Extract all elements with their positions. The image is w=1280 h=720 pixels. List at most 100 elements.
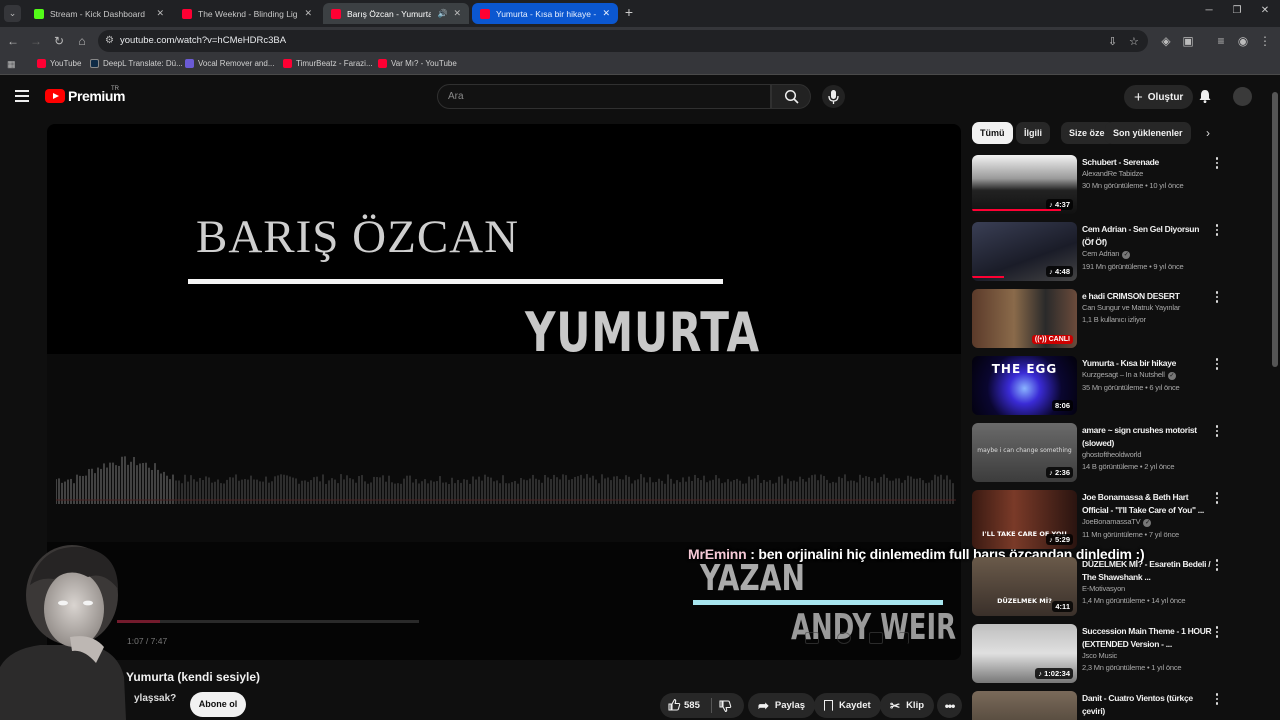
scrollbar-thumb[interactable] [1272, 92, 1278, 367]
profile-icon[interactable]: ◉ [1236, 34, 1250, 48]
new-tab-button[interactable]: + [622, 5, 636, 19]
tab-kick[interactable]: Stream - Kick Dashboard ✕ [26, 3, 172, 24]
bookmark-youtube[interactable]: YouTube [37, 59, 81, 68]
site-info-icon[interactable]: ⚙ [105, 35, 114, 46]
menu-icon[interactable]: ⋮ [1258, 34, 1272, 48]
share-button[interactable]: ➦ Paylaş [748, 693, 816, 718]
account-avatar[interactable] [1233, 87, 1252, 106]
install-icon[interactable]: ⇩ [1108, 35, 1117, 48]
more-vertical-icon[interactable] [1214, 291, 1220, 305]
recommendation-item[interactable]: I'LL TAKE CARE OF YOU ♪ 5:29 Joe Bonamassa… [972, 490, 1232, 552]
recommendation-item[interactable]: maybe i can change something ♪ 2:36 amare … [972, 423, 1232, 485]
search-button[interactable] [771, 84, 811, 109]
more-vertical-icon[interactable] [1214, 492, 1220, 506]
more-vertical-icon[interactable] [1214, 559, 1220, 573]
minimize-icon[interactable]: ─ [1199, 5, 1219, 16]
back-icon[interactable]: ← [6, 34, 20, 48]
channel-name[interactable]: Jsco Music [1082, 651, 1217, 660]
more-vertical-icon[interactable] [1214, 626, 1220, 640]
notifications-bell-icon[interactable] [1197, 88, 1213, 104]
search-input[interactable] [448, 91, 748, 102]
recommendation-title[interactable]: Schubert - Serenade [1082, 156, 1212, 169]
chip-all[interactable]: Tümü [972, 122, 1013, 144]
extensions-puzzle-icon[interactable]: ▣ [1181, 34, 1195, 48]
video-thumbnail[interactable]: I'LL TAKE CARE OF YOU ♪ 5:29 [972, 490, 1077, 549]
video-thumbnail[interactable] [972, 691, 1077, 720]
fullscreen-icon[interactable] [899, 632, 909, 644]
bookmark-star-icon[interactable]: ☆ [1129, 35, 1139, 48]
tab-weeknd[interactable]: The Weeknd - Blinding Lights ( ✕ [174, 3, 320, 24]
recommendation-title[interactable]: e hadi CRIMSON DESERT [1082, 290, 1212, 303]
recommendation-title[interactable]: Danit - Cuatro Vientos (türkçe çeviri) [1082, 692, 1212, 717]
recommendation-item[interactable]: ♪ 4:37 Schubert - Serenade AlexandRe Tabid… [972, 155, 1232, 217]
recommendation-title[interactable]: Yumurta - Kısa bir hikaye [1082, 357, 1212, 370]
create-button[interactable]: + Oluştur [1124, 85, 1194, 109]
close-tab-icon[interactable]: ✕ [602, 8, 610, 19]
voice-search-button[interactable] [822, 85, 845, 108]
recommendation-item[interactable]: ♪ 1:02:34 Succession Main Theme - 1 HOUR … [972, 624, 1232, 686]
youtube-premium-logo[interactable]: Premium TR [45, 86, 126, 104]
maximize-icon[interactable]: ❐ [1227, 5, 1247, 16]
video-thumbnail[interactable]: ♪ 4:37 [972, 155, 1077, 214]
video-thumbnail[interactable]: THE EGG 8:06 [972, 356, 1077, 415]
more-vertical-icon[interactable] [1214, 358, 1220, 372]
recommendation-title[interactable]: Joe Bonamassa & Beth Hart Official - "I'… [1082, 491, 1212, 516]
close-window-icon[interactable]: ✕ [1255, 5, 1275, 16]
bookmark-var-mi[interactable]: Var Mı? - YouTube [378, 59, 457, 68]
video-thumbnail[interactable]: DÜZELMEK Mİ? 4:11 [972, 557, 1077, 616]
channel-name[interactable]: AlexandRe Tabidze [1082, 169, 1217, 178]
video-thumbnail[interactable]: ♪ 1:02:34 [972, 624, 1077, 683]
hamburger-menu-icon[interactable] [15, 90, 29, 102]
dislike-icon[interactable] [718, 699, 732, 713]
channel-name[interactable]: ghostoftheoldworld [1082, 450, 1217, 459]
close-tab-icon[interactable]: ✕ [156, 8, 164, 19]
more-vertical-icon[interactable] [1214, 693, 1220, 707]
recommendation-item[interactable]: DÜZELMEK Mİ? 4:11 DÜZELMEK Mİ? - Esaretin … [972, 557, 1232, 619]
close-tab-icon[interactable]: ✕ [453, 8, 461, 19]
channel-name[interactable]: E-Motivasyon [1082, 584, 1217, 593]
channel-name[interactable]: Can Sungur ve Matruk Yayınlar [1082, 303, 1217, 312]
chevron-right-icon[interactable]: › [1201, 126, 1215, 140]
forward-icon[interactable]: → [29, 34, 43, 48]
recommendation-title[interactable]: Cem Adrian - Sen Gel Diyorsun (Öf Öf) [1082, 223, 1212, 248]
recommendation-item[interactable]: ((•)) CANLI e hadi CRIMSON DESERT Can Sung… [972, 289, 1232, 351]
video-thumbnail[interactable]: ♪ 4:48 [972, 222, 1077, 281]
bookmark-vocal-remover[interactable]: Vocal Remover and... [185, 59, 274, 68]
like-icon[interactable] [667, 698, 681, 712]
extension-icon[interactable]: ◈ [1159, 34, 1173, 48]
chip-recently-uploaded[interactable]: Son yüklenenler [1105, 122, 1191, 144]
recommendation-item[interactable]: Danit - Cuatro Vientos (türkçe çeviri) [972, 691, 1232, 720]
video-player[interactable]: BARIŞ ÖZCAN YUMURTA YAZAN ANDY WEIR 1:07… [47, 124, 961, 660]
channel-name[interactable]: JoeBonamassaTV ✓ [1082, 517, 1217, 527]
page-scrollbar[interactable] [1272, 80, 1278, 720]
save-button[interactable]: Kaydet [814, 693, 881, 718]
recommendation-title[interactable]: DÜZELMEK Mİ? - Esaretin Bedeli / The Sha… [1082, 558, 1212, 583]
chip-related[interactable]: İlgili [1016, 122, 1050, 144]
reload-icon[interactable]: ↻ [52, 34, 66, 48]
close-tab-icon[interactable]: ✕ [304, 8, 312, 19]
media-control-icon[interactable]: ≡ [1214, 34, 1228, 48]
bookmark-timurbeatz[interactable]: TimurBeatz - Farazi... [283, 59, 373, 68]
tab-yumurta-kurzgesagt[interactable]: Yumurta - Kısa bir hikaye - You ✕ [472, 3, 618, 24]
subtitles-icon[interactable] [805, 632, 819, 644]
recommendation-item[interactable]: ♪ 4:48 Cem Adrian - Sen Gel Diyorsun (Öf … [972, 222, 1232, 284]
more-vertical-icon[interactable] [1214, 224, 1220, 238]
more-vertical-icon[interactable] [1214, 157, 1220, 171]
settings-icon[interactable] [837, 632, 851, 644]
more-actions-button[interactable]: ••• [937, 693, 962, 718]
recommendation-title[interactable]: Succession Main Theme - 1 HOUR (EXTENDED… [1082, 625, 1212, 650]
tab-search-button[interactable]: ⌄ [4, 5, 21, 22]
home-icon[interactable]: ⌂ [75, 34, 89, 48]
video-thumbnail[interactable]: maybe i can change something ♪ 2:36 [972, 423, 1077, 482]
miniplayer-icon[interactable] [869, 632, 883, 644]
channel-name[interactable]: Kurzgesagt – In a Nutshell ✓ [1082, 370, 1217, 380]
tab-baris-ozcan[interactable]: Barış Özcan - Yumurta (kend 🔊 ✕ [323, 3, 469, 24]
bookmark-deepl[interactable]: DeepL Translate: Dü... [90, 59, 183, 68]
clip-button[interactable]: ✂ Klip [880, 693, 935, 718]
recommendation-item[interactable]: THE EGG 8:06 Yumurta - Kısa bir hikaye Kurz… [972, 356, 1232, 418]
audio-playing-icon[interactable]: 🔊 [437, 9, 447, 18]
subscribe-button[interactable]: Abone ol [190, 692, 246, 717]
address-bar[interactable]: ⚙ youtube.com/watch?v=hCMeHDRc3BA ⇩ ☆ [98, 30, 1148, 52]
recommendation-title[interactable]: amare ~ sign crushes motorist (slowed) [1082, 424, 1212, 449]
video-thumbnail[interactable]: ((•)) CANLI [972, 289, 1077, 348]
